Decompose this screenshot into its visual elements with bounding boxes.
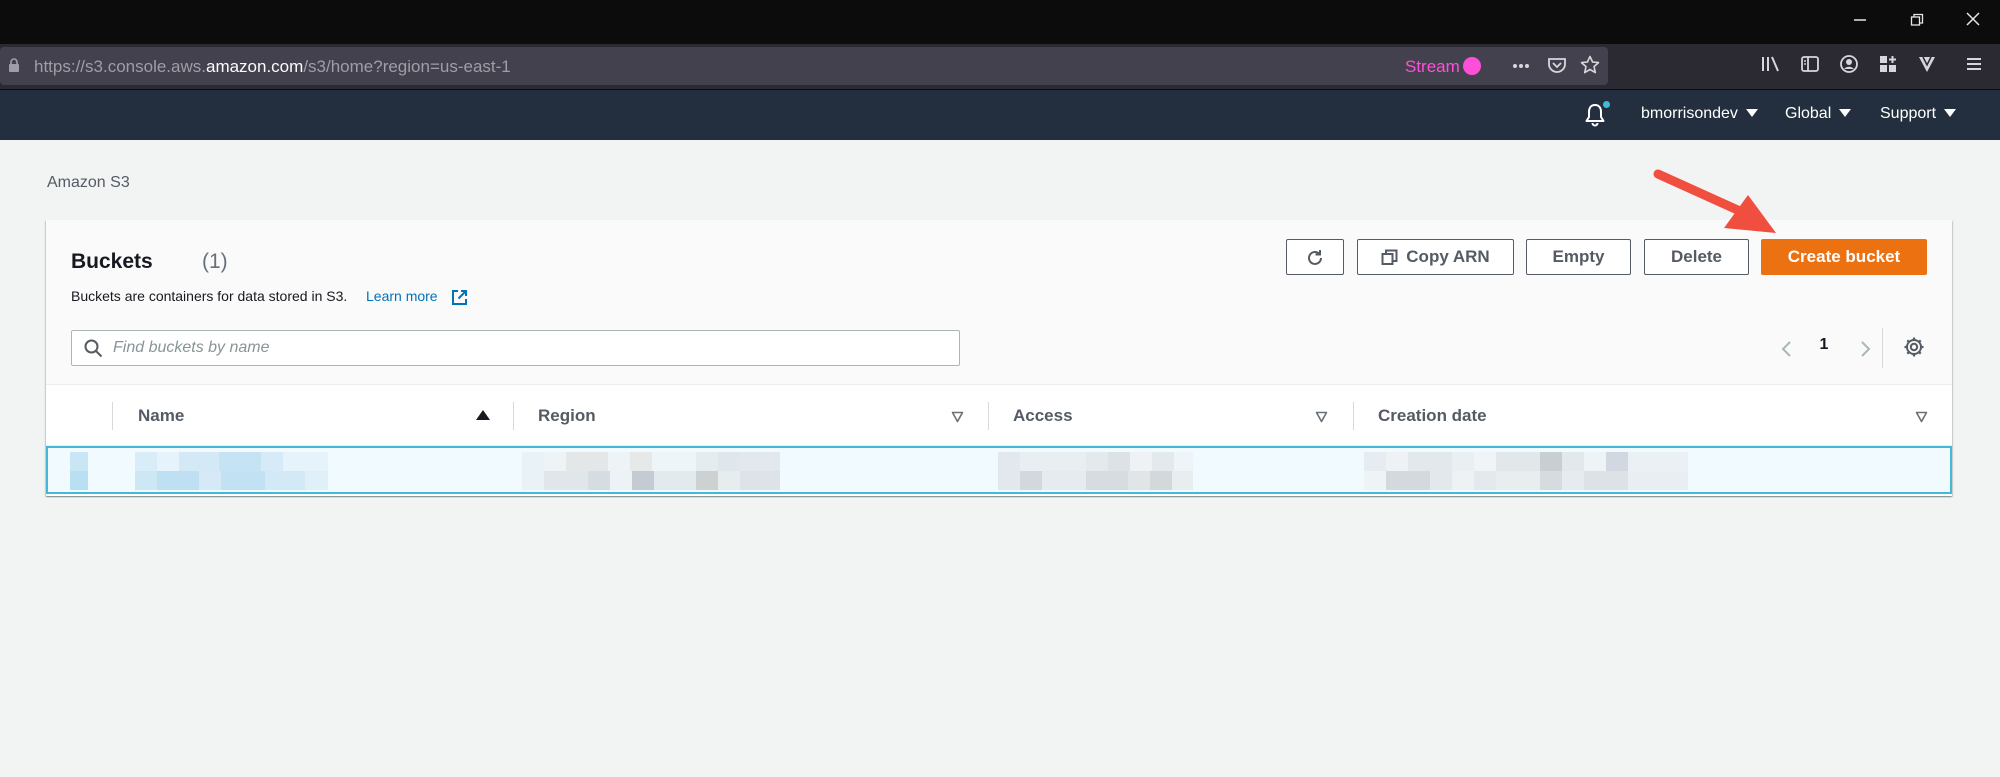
bucket-count: (1)	[202, 250, 228, 273]
extensions-icon[interactable]	[1875, 54, 1901, 80]
copy-arn-button[interactable]: Copy ARN	[1357, 239, 1514, 275]
table-row[interactable]	[46, 446, 1952, 494]
lock-icon	[9, 58, 19, 72]
sort-icon[interactable]	[1915, 411, 1928, 423]
previous-page-icon[interactable]	[1778, 340, 1796, 358]
external-link-icon[interactable]	[451, 289, 468, 306]
browser-toolbar: https://s3.console.aws.amazon.com/s3/hom…	[0, 44, 2000, 90]
notification-badge	[1603, 101, 1610, 108]
divider	[1882, 328, 1883, 368]
address-bar[interactable]: https://s3.console.aws.amazon.com/s3/hom…	[0, 47, 1608, 85]
close-window-button[interactable]	[1953, 6, 1993, 36]
panel-description: Buckets are containers for data stored i…	[71, 288, 348, 304]
learn-more-link[interactable]: Learn more	[366, 288, 438, 304]
window-titlebar	[0, 0, 2000, 44]
star-icon[interactable]	[1579, 55, 1601, 77]
stream-label[interactable]: Stream	[1405, 57, 1460, 77]
column-creation-date[interactable]: Creation date	[1378, 406, 1487, 426]
buckets-panel: Buckets (1) Buckets are containers for d…	[46, 220, 1952, 496]
region-menu[interactable]: Global	[1785, 105, 1852, 123]
account-menu[interactable]: bmorrisondev	[1641, 105, 1758, 123]
url-host: amazon.com	[205, 57, 304, 76]
column-divider	[112, 402, 113, 430]
copy-arn-label: Copy ARN	[1406, 247, 1490, 266]
account-name: bmorrisondev	[1641, 105, 1738, 122]
bucket-name-redacted[interactable]	[135, 452, 328, 490]
url-prefix: https://s3.console.aws.	[34, 57, 206, 76]
region-name: Global	[1785, 105, 1832, 122]
minimize-icon	[1854, 19, 1866, 21]
restore-icon	[1910, 13, 1924, 26]
copy-icon	[1381, 249, 1398, 266]
url-path: /s3/home?region=us-east-1	[303, 57, 511, 76]
column-divider	[513, 402, 514, 430]
column-divider	[988, 402, 989, 430]
menu-icon[interactable]	[1961, 54, 1987, 80]
page-number[interactable]: 1	[1814, 336, 1834, 354]
annotation-arrow	[1653, 169, 1776, 233]
support-label: Support	[1880, 105, 1937, 122]
library-icon[interactable]	[1758, 54, 1784, 80]
sort-ascending-icon[interactable]	[476, 410, 490, 420]
row-radio-redacted[interactable]	[70, 452, 88, 490]
table-header	[46, 386, 1952, 446]
sort-icon[interactable]	[951, 411, 964, 423]
page-title: Buckets	[71, 250, 153, 273]
search-input[interactable]	[113, 331, 943, 365]
refresh-icon	[1308, 249, 1322, 265]
column-name[interactable]: Name	[138, 406, 184, 426]
search-icon	[84, 339, 103, 358]
bucket-creation-date-redacted	[1364, 452, 1688, 490]
chevron-down-icon	[1944, 109, 1957, 117]
bucket-region-redacted	[522, 452, 780, 490]
stream-indicator	[1463, 57, 1481, 75]
aws-top-nav: bmorrisondev Global Support	[0, 90, 2000, 140]
search-bar[interactable]	[71, 330, 960, 366]
bucket-access-redacted	[998, 452, 1193, 490]
gear-icon[interactable]	[1903, 336, 1925, 358]
support-menu[interactable]: Support	[1880, 105, 1957, 123]
more-icon[interactable]	[1510, 55, 1532, 77]
minimize-button[interactable]	[1840, 6, 1880, 36]
delete-button[interactable]: Delete	[1644, 239, 1749, 275]
column-region[interactable]: Region	[538, 406, 596, 426]
vivaldi-icon[interactable]	[1914, 54, 1940, 80]
sidebar-icon[interactable]	[1797, 54, 1823, 80]
create-bucket-button[interactable]: Create bucket	[1761, 239, 1927, 275]
chevron-down-icon	[1839, 109, 1852, 117]
refresh-button[interactable]	[1286, 239, 1344, 275]
empty-button[interactable]: Empty	[1526, 239, 1631, 275]
account-icon[interactable]	[1836, 54, 1862, 80]
column-divider	[1353, 402, 1354, 430]
next-page-icon[interactable]	[1856, 340, 1874, 358]
chevron-down-icon	[1745, 109, 1758, 117]
close-icon	[1966, 12, 1980, 26]
pocket-icon[interactable]	[1546, 55, 1568, 77]
column-access[interactable]: Access	[1013, 406, 1073, 426]
restore-button[interactable]	[1897, 6, 1937, 36]
url-text[interactable]: https://s3.console.aws.amazon.com/s3/hom…	[34, 57, 511, 77]
sort-icon[interactable]	[1315, 411, 1328, 423]
breadcrumb[interactable]: Amazon S3	[47, 174, 130, 192]
